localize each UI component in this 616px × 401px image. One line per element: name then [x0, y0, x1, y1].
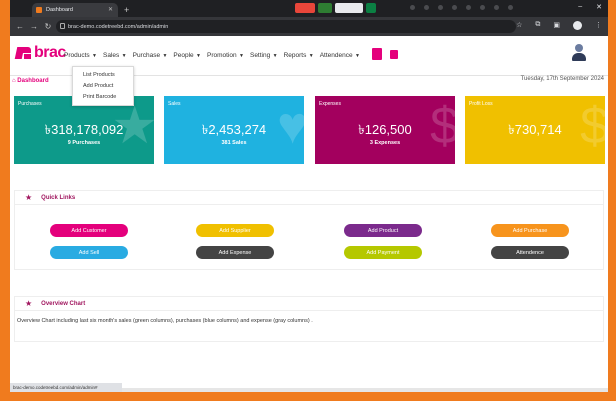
quick-links-panel: ★ Quick Links Add Customer Add Supplier … — [14, 190, 604, 270]
current-date: Tuesday, 17th September 2024 — [520, 76, 604, 82]
dropdown-item-add-product[interactable]: Add Product — [83, 81, 133, 92]
extensions-icon[interactable]: ⧉ — [535, 21, 540, 30]
url-input[interactable]: brac-demo.codetreebd.com/admin/admin — [56, 20, 516, 33]
reload-icon[interactable]: ↻ — [44, 22, 52, 31]
menu-reports[interactable]: Reports ▼ — [284, 52, 314, 59]
card-value: ৳2,453,274 — [201, 122, 267, 137]
brand-logo[interactable]: brac — [14, 44, 66, 62]
brac-logo-icon — [14, 45, 32, 61]
new-tab-icon[interactable]: + — [124, 5, 129, 15]
caret-down-icon: ▼ — [237, 53, 244, 59]
add-product-button[interactable]: Add Product — [344, 224, 422, 237]
bookmark-star-icon[interactable]: ☆ — [516, 21, 522, 30]
main-menu: Products ▼ Sales ▼ Purchase ▼ People ▼ P… — [64, 52, 360, 59]
add-expense-button[interactable]: Add Expense — [196, 246, 274, 259]
stat-cards: ★ Purchases ৳318,178,092 9 Purchases ♥ S… — [14, 96, 605, 164]
extension-icon[interactable] — [295, 3, 315, 13]
tab-title: Dashboard — [46, 7, 73, 13]
url-text: brac-demo.codetreebd.com/admin/admin — [68, 23, 169, 30]
minimize-icon[interactable]: – — [578, 3, 582, 11]
address-bar-row: ← → ↻ brac-demo.codetreebd.com/admin/adm… — [10, 17, 608, 36]
menu-people[interactable]: People ▼ — [173, 52, 201, 59]
more-menu-icon[interactable]: ⋮ — [595, 21, 602, 30]
menu-products[interactable]: Products ▼ — [64, 52, 97, 59]
dropdown-item-print-barcode[interactable]: Print Barcode — [83, 92, 133, 103]
overview-description: Overview Chart including last six month'… — [17, 318, 313, 324]
card-value: ৳730,714 — [508, 122, 562, 137]
caret-down-icon: ▼ — [307, 53, 314, 59]
forward-icon[interactable]: → — [30, 22, 38, 31]
user-avatar[interactable] — [572, 44, 586, 62]
close-window-icon[interactable]: ✕ — [596, 3, 602, 11]
extension-icon[interactable] — [318, 3, 332, 13]
toolbar-icon[interactable] — [466, 5, 471, 10]
toolbar-icon[interactable] — [452, 5, 457, 10]
card-profit-loss[interactable]: $ Profit Loss ৳730,714 — [465, 96, 605, 164]
card-subtitle: 9 Purchases — [67, 140, 101, 146]
browser-tab[interactable]: Dashboard ✕ — [32, 3, 118, 17]
browser-window: Dashboard ✕ + – ✕ ← → ↻ brac-demo.codetr… — [10, 0, 608, 392]
caret-down-icon: ▼ — [90, 53, 97, 59]
card-subtitle: 381 Sales — [221, 140, 247, 146]
caret-down-icon: ▼ — [194, 53, 202, 59]
browser-tab-bar: Dashboard ✕ + – ✕ — [10, 0, 608, 17]
card-subtitle: 3 Expenses — [369, 140, 401, 146]
caret-down-icon: ▼ — [161, 53, 168, 59]
extension-icon[interactable] — [335, 3, 363, 13]
favicon-icon — [36, 7, 42, 13]
attendence-button[interactable]: Attendence — [491, 246, 569, 259]
toolbar-icon[interactable] — [438, 5, 443, 10]
card-value: ৳318,178,092 — [44, 122, 124, 137]
toolbar-icon[interactable] — [508, 5, 513, 10]
menu-promotion[interactable]: Promotion ▼ — [207, 52, 244, 59]
sidepanel-icon[interactable]: ▣ — [553, 21, 560, 30]
window-controls: – ✕ — [578, 3, 602, 11]
profile-icon[interactable] — [573, 21, 582, 30]
add-supplier-button[interactable]: Add Supplier — [196, 224, 274, 237]
toolbar-icon[interactable] — [410, 5, 415, 10]
toolbar-icons — [410, 5, 513, 10]
menu-attendence[interactable]: Attendence ▼ — [320, 52, 360, 59]
back-icon[interactable]: ← — [16, 22, 24, 31]
caret-down-icon: ▼ — [353, 53, 360, 59]
caret-down-icon: ▼ — [271, 53, 278, 59]
add-sell-button[interactable]: Add Sell — [50, 246, 128, 259]
brand-name: brac — [34, 44, 66, 61]
card-expenses[interactable]: $ Expenses ৳126,500 3 Expenses — [315, 96, 455, 164]
breadcrumb[interactable]: ⌂ Dashboard — [12, 78, 49, 84]
caret-down-icon: ▼ — [120, 53, 127, 59]
card-sales[interactable]: ♥ Sales ৳2,453,274 381 Sales — [164, 96, 304, 164]
status-url: brac-demo.codetreebd.com/admin/admin# — [10, 383, 122, 392]
toolbar-icon[interactable] — [424, 5, 429, 10]
card-purchases[interactable]: ★ Purchases ৳318,178,092 9 Purchases — [14, 96, 154, 164]
star-icon: ★ — [25, 299, 33, 308]
pdf-icon[interactable] — [372, 48, 382, 60]
overview-panel: ★ Overview Chart Overview Chart includin… — [14, 296, 604, 342]
site-info-icon[interactable] — [60, 23, 65, 29]
extension-icon[interactable] — [366, 3, 376, 13]
overview-header: ★ Overview Chart — [15, 297, 603, 311]
pinned-extensions — [295, 3, 376, 13]
menu-sales[interactable]: Sales ▼ — [103, 52, 127, 59]
quick-links-header: ★ Quick Links — [15, 191, 603, 205]
toolbar-icon[interactable] — [494, 5, 499, 10]
products-dropdown: List Products Add Product Print Barcode — [72, 66, 134, 106]
calculator-icon[interactable] — [390, 50, 398, 59]
card-value: ৳126,500 — [358, 122, 412, 137]
star-icon: ★ — [25, 193, 33, 202]
tab-close-icon[interactable]: ✕ — [108, 6, 113, 13]
browser-actions: ☆ ⧉ ▣ ⋮ — [516, 21, 602, 30]
add-payment-button[interactable]: Add Payment — [344, 246, 422, 259]
menu-purchase[interactable]: Purchase ▼ — [133, 52, 168, 59]
menu-setting[interactable]: Setting ▼ — [250, 52, 278, 59]
dropdown-item-list-products[interactable]: List Products — [83, 70, 133, 81]
toolbar-icon[interactable] — [480, 5, 485, 10]
add-purchase-button[interactable]: Add Purchase — [491, 224, 569, 237]
add-customer-button[interactable]: Add Customer — [50, 224, 128, 237]
